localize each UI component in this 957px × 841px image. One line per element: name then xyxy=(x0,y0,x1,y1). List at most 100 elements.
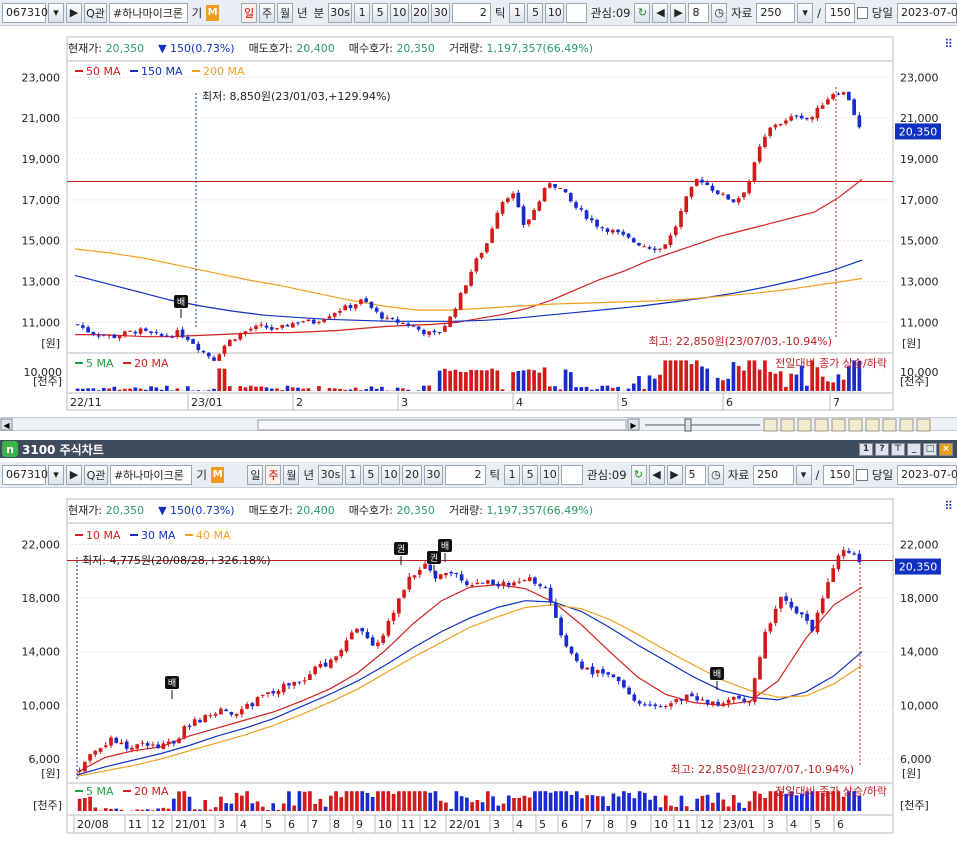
candle-body xyxy=(601,669,605,674)
candle-body xyxy=(815,612,820,633)
minute-10-button-2[interactable]: 10 xyxy=(380,464,401,485)
prev-arrow-icon[interactable]: ◀ xyxy=(652,2,669,23)
step-input-2[interactable]: 5 xyxy=(684,464,706,485)
m-badge-icon[interactable]: M xyxy=(206,4,219,21)
scrollbar-controls[interactable]: ◀ ▶ xyxy=(0,418,957,432)
candle-body xyxy=(527,219,531,225)
data-count-select-2[interactable]: 250 xyxy=(753,464,794,485)
tick-10-button[interactable]: 10 xyxy=(545,2,565,23)
volume-label: 거래량: xyxy=(448,42,484,55)
y-tick-label-right: 18,000 xyxy=(900,592,939,605)
window-minimize-icon[interactable]: _ xyxy=(907,442,921,456)
today-checkbox-2[interactable] xyxy=(856,468,868,481)
window-help-icon[interactable]: ? xyxy=(875,442,889,456)
candle-body xyxy=(653,704,658,707)
high-price-note: 최고: 22,850원(23/07/07,-10.94%) xyxy=(671,763,854,776)
prev-arrow-icon-2[interactable]: ◀ xyxy=(648,464,665,485)
tick-10-button-2[interactable]: 10 xyxy=(540,464,560,485)
next-stock-button-2[interactable]: ▶ xyxy=(66,464,82,485)
stock-code-input-2[interactable]: 067310 xyxy=(2,464,48,485)
search-button-2[interactable]: Q관 xyxy=(84,464,108,485)
today-checkbox[interactable] xyxy=(856,6,868,19)
tick-5-button[interactable]: 5 xyxy=(527,2,544,23)
stock-code-input[interactable]: 067310 xyxy=(2,2,48,23)
count-input[interactable]: 150 xyxy=(824,2,855,23)
date-input[interactable]: 2023-07-0 xyxy=(896,2,957,23)
tick-custom-input[interactable] xyxy=(566,2,587,23)
minute-30-button[interactable]: 30 xyxy=(431,2,451,23)
price-label: 현재가: xyxy=(68,42,103,55)
window-maximize-icon[interactable]: □ xyxy=(923,442,937,456)
minute-1-button[interactable]: 1 xyxy=(354,2,371,23)
next-arrow-icon-2[interactable]: ▶ xyxy=(666,464,683,485)
volume-bar xyxy=(512,797,516,811)
volume-bar xyxy=(208,809,213,811)
data-dropdown-icon-2[interactable]: ▾ xyxy=(795,464,812,485)
data-dropdown-icon[interactable]: ▾ xyxy=(797,2,814,23)
data-count-select[interactable]: 250 xyxy=(756,2,796,23)
refresh-icon[interactable]: ↻ xyxy=(634,2,651,23)
period-month-button-2[interactable]: 월 xyxy=(283,464,300,485)
tick-5-button-2[interactable]: 5 xyxy=(522,464,539,485)
candle-body xyxy=(506,198,510,203)
minute-30-button-2[interactable]: 30 xyxy=(423,464,444,485)
period-year-label[interactable]: 년 xyxy=(295,5,310,21)
period-week-button[interactable]: 주 xyxy=(259,2,276,23)
date-input-2[interactable]: 2023-07-0 xyxy=(897,464,957,485)
volume-bar xyxy=(537,372,542,391)
candle-body xyxy=(428,564,433,571)
count-input-2[interactable]: 150 xyxy=(823,464,855,485)
tick-input-2[interactable]: 2 xyxy=(445,464,486,485)
watch-label[interactable]: 관심:09 xyxy=(589,5,633,21)
code-dropdown-button-2[interactable]: ▾ xyxy=(48,464,64,485)
minute-1-button-2[interactable]: 1 xyxy=(344,464,361,485)
period-year-label-2[interactable]: 년 xyxy=(301,467,316,483)
clock-icon[interactable]: ◷ xyxy=(711,2,728,23)
period-day-button-2[interactable]: 일 xyxy=(247,464,264,485)
minute-10-button[interactable]: 10 xyxy=(390,2,409,23)
volume-bar xyxy=(768,371,773,391)
period-month-button[interactable]: 월 xyxy=(277,2,294,23)
panel-menu-icon[interactable]: ⠿ xyxy=(944,37,953,51)
search-button[interactable]: Q관 xyxy=(84,2,107,23)
next-stock-button[interactable]: ▶ xyxy=(66,2,82,23)
candle-body xyxy=(401,323,405,325)
clock-icon-2[interactable]: ◷ xyxy=(707,464,724,485)
stock-name-field[interactable]: #하나마이크론 xyxy=(109,2,188,23)
tick-input[interactable]: 2 xyxy=(452,2,491,23)
window-close-icon[interactable]: × xyxy=(939,442,953,456)
tick-custom-input-2[interactable] xyxy=(561,464,583,485)
daily-chart-svg[interactable]: 11,000 11,000 13,000 13,000 15,000 15,000 17,0… xyxy=(0,27,957,413)
minute-20-button[interactable]: 20 xyxy=(410,2,430,23)
candle-body xyxy=(219,708,223,715)
refresh-icon-2[interactable]: ↻ xyxy=(630,464,647,485)
panel-menu-icon-2[interactable]: ⠿ xyxy=(944,499,953,513)
candle-body xyxy=(553,184,557,188)
m-badge-icon-2[interactable]: M xyxy=(211,466,225,483)
candle-body xyxy=(88,754,92,761)
volume-bar xyxy=(348,389,353,391)
period-day-button[interactable]: 일 xyxy=(241,2,258,23)
minute-30s-button-2[interactable]: 30s xyxy=(318,464,343,485)
volume-bar xyxy=(327,388,332,391)
tick-1-button[interactable]: 1 xyxy=(509,2,526,23)
minute-5-button[interactable]: 5 xyxy=(372,2,389,23)
next-arrow-icon[interactable]: ▶ xyxy=(670,2,687,23)
candle-body xyxy=(506,582,511,586)
watch-label-2[interactable]: 관심:09 xyxy=(585,467,629,483)
volume-bar xyxy=(306,388,311,391)
volume-bar xyxy=(159,389,164,391)
period-week-button-2[interactable]: 주 xyxy=(265,464,282,485)
weekly-chart-svg[interactable]: 6,000 6,000 10,000 10,000 14,000 14,000 18,000… xyxy=(0,489,957,841)
chart-scrollbar[interactable]: ◀ ▶ xyxy=(0,417,957,432)
code-dropdown-button[interactable]: ▾ xyxy=(48,2,64,23)
tick-1-button-2[interactable]: 1 xyxy=(504,464,521,485)
window-pin-icon[interactable]: ⊤ xyxy=(891,442,905,456)
minute-5-button-2[interactable]: 5 xyxy=(362,464,379,485)
step-input[interactable]: 8 xyxy=(688,2,710,23)
window-num-icon[interactable]: 1 xyxy=(859,442,873,456)
stock-name-field-2[interactable]: #하나마이크론 xyxy=(109,464,193,485)
minute-30s-button[interactable]: 30s xyxy=(328,2,353,23)
toolbar-weekly: 067310 ▾ ▶ Q관 #하나마이크론 기 M 일 주 월 년 30s 1 … xyxy=(0,462,957,488)
minute-20-button-2[interactable]: 20 xyxy=(402,464,422,485)
